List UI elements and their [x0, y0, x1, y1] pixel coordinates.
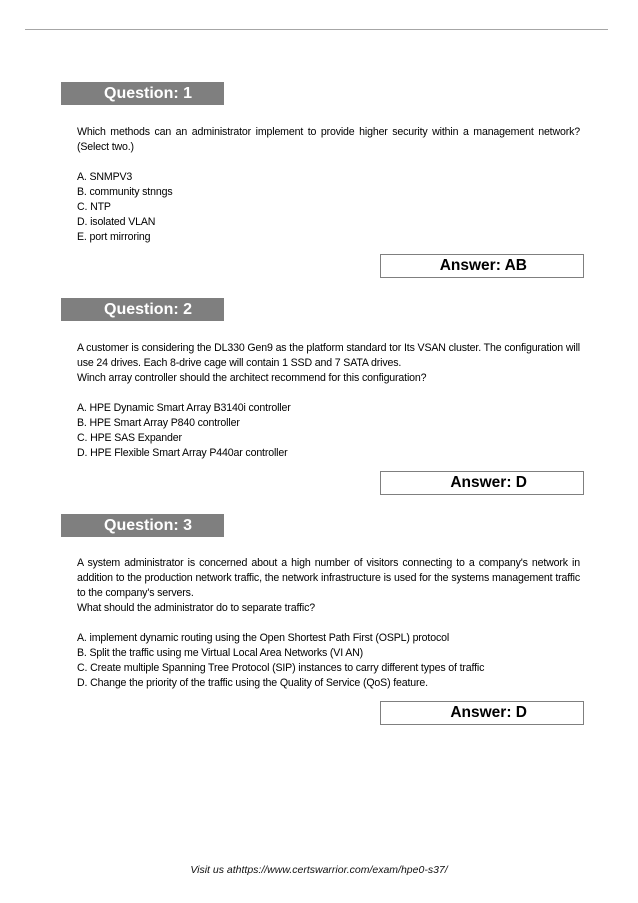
question-3-options: A. implement dynamic routing using the O… [77, 631, 580, 691]
option-a: A. implement dynamic routing using the O… [77, 632, 450, 644]
option-b: B. HPE Smart Array P840 controller [77, 417, 240, 429]
option-d: D. HPE Flexible Smart Array P440ar contr… [77, 447, 288, 459]
question-2-prompt: Winch array controller should the archit… [77, 372, 427, 384]
option-c: C. Create multiple Spanning Tree Protoco… [77, 662, 485, 674]
question-2-header: Question: 2 [61, 298, 224, 321]
option-d: D. isolated VLAN [77, 216, 156, 228]
option-b: B. Split the traffic using me Virtual Lo… [77, 647, 364, 659]
question-2-options: A. HPE Dynamic Smart Array B3140i contro… [77, 401, 580, 461]
option-c: C. HPE SAS Expander [77, 432, 182, 444]
question-1-answer: Answer: AB [380, 254, 584, 278]
footer-link-text: Visit us athttps://www.certswarrior.com/… [190, 864, 448, 876]
question-3-body: A system administrator is concerned abou… [77, 556, 580, 691]
question-3-answer: Answer: D [380, 701, 584, 725]
option-a: A. SNMPV3 [77, 171, 133, 183]
option-a: A. HPE Dynamic Smart Array B3140i contro… [77, 402, 291, 414]
top-divider [25, 29, 608, 30]
option-b: B. community stnngs [77, 186, 173, 198]
option-d: D. Change the priority of the traffic us… [77, 677, 428, 689]
question-1-text: Which methods can an administrator imple… [77, 126, 580, 153]
question-1-body: Which methods can an administrator imple… [77, 125, 580, 245]
question-1-options: A. SNMPV3 B. community stnngs C. NTP D. … [77, 170, 580, 245]
question-1-header: Question: 1 [61, 82, 224, 105]
question-3-text: A system administrator is concerned abou… [77, 557, 580, 599]
question-3-prompt: What should the administrator do to sepa… [77, 602, 315, 614]
question-2-text: A customer is considering the DL330 Gen9… [77, 342, 580, 369]
option-e: E. port mirroring [77, 231, 151, 243]
question-3-header: Question: 3 [61, 514, 224, 537]
question-2-body: A customer is considering the DL330 Gen9… [77, 341, 580, 461]
option-c: C. NTP [77, 201, 111, 213]
question-2-answer: Answer: D [380, 471, 584, 495]
